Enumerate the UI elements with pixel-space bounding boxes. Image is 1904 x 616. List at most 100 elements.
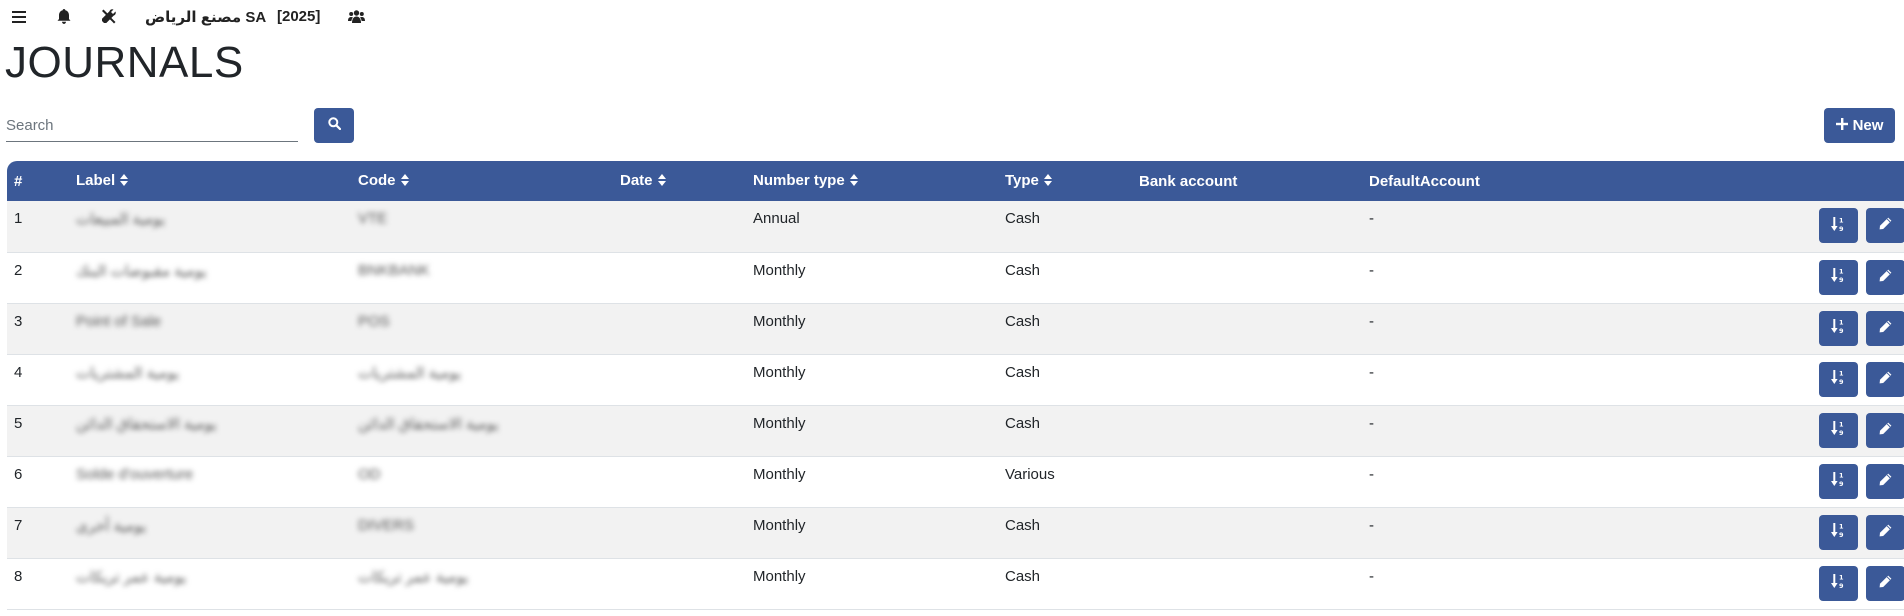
sort-order-button[interactable]: 19: [1818, 514, 1858, 550]
svg-text:9: 9: [1839, 276, 1844, 283]
cell-label: Solde d'ouverture: [76, 465, 194, 483]
svg-text:1: 1: [1839, 370, 1844, 378]
cell-num: 3: [14, 312, 23, 330]
row-actions: 19: [1612, 558, 1904, 609]
row-actions: 19: [1612, 405, 1904, 456]
cell-default-account: -: [1369, 516, 1374, 534]
edit-button[interactable]: [1865, 514, 1904, 550]
sort-icon[interactable]: [849, 173, 858, 190]
sort-icon[interactable]: [120, 173, 129, 190]
edit-button[interactable]: [1865, 361, 1904, 397]
sort-icon[interactable]: [1043, 173, 1052, 190]
edit-button[interactable]: [1865, 412, 1904, 448]
pencil-icon: [1879, 473, 1892, 490]
cell-type: Cash: [1005, 210, 1041, 227]
new-button[interactable]: New: [1824, 108, 1895, 143]
edit-button[interactable]: [1865, 565, 1904, 601]
fiscal-year[interactable]: [2025]: [277, 8, 320, 25]
table-row: 2 يومية مقبوضات البنك BNKBANK Monthly Ca…: [7, 252, 1904, 303]
pencil-icon: [1879, 269, 1892, 286]
cell-default-account: -: [1369, 261, 1374, 279]
cell-code: BNKBANK: [358, 261, 430, 279]
sort-icon[interactable]: [400, 173, 409, 190]
sort-order-button[interactable]: 19: [1818, 361, 1858, 397]
bell-icon[interactable]: [57, 9, 71, 24]
sort-icon[interactable]: [657, 173, 666, 190]
journals-table: # Label Code Date Number type Type Bank …: [7, 161, 1904, 610]
edit-button[interactable]: [1865, 208, 1904, 243]
sort-order-button[interactable]: 19: [1818, 463, 1858, 499]
sort-order-button[interactable]: 19: [1818, 565, 1858, 601]
cell-code: OD: [358, 465, 381, 483]
cell-num: 2: [14, 261, 23, 279]
cell-number-type: Monthly: [753, 465, 806, 483]
col-header-number-type[interactable]: Number type: [746, 161, 998, 201]
tools-icon[interactable]: [101, 9, 116, 24]
cell-type: Cash: [1005, 363, 1041, 381]
svg-text:9: 9: [1839, 327, 1844, 334]
cell-number-type: Monthly: [753, 567, 806, 585]
col-header-date[interactable]: Date: [613, 161, 746, 201]
svg-text:9: 9: [1839, 480, 1844, 487]
cell-label: يومية الاستحقاق الدائن: [76, 415, 217, 433]
cell-number-type: Annual: [753, 210, 800, 227]
menu-icon[interactable]: [12, 11, 26, 23]
svg-text:1: 1: [1839, 574, 1844, 582]
pencil-icon: [1879, 422, 1892, 439]
cell-number-type: Monthly: [753, 261, 806, 279]
sort-order-button[interactable]: 19: [1818, 310, 1858, 346]
sort-numeric-icon: 19: [1830, 369, 1846, 389]
cell-label: يومية مقبوضات البنك: [76, 262, 207, 280]
table-header-row: # Label Code Date Number type Type Bank …: [7, 161, 1904, 201]
cell-date: [613, 201, 746, 252]
search-button[interactable]: [314, 108, 354, 143]
cell-number-type: Monthly: [753, 414, 806, 432]
users-icon[interactable]: [348, 10, 365, 23]
row-actions: 19: [1612, 201, 1904, 252]
cell-code: POS: [358, 312, 390, 330]
svg-text:1: 1: [1839, 319, 1844, 327]
col-header-label[interactable]: Label: [69, 161, 351, 201]
sort-order-button[interactable]: 19: [1818, 259, 1858, 295]
table-row: 4 يومية المشتريات يومية المشتريات Monthl…: [7, 354, 1904, 405]
new-button-label: New: [1852, 117, 1884, 134]
pencil-icon: [1879, 217, 1892, 234]
sort-order-button[interactable]: 19: [1818, 412, 1858, 448]
cell-type: Various: [1005, 465, 1055, 483]
svg-text:9: 9: [1839, 225, 1844, 232]
company-name[interactable]: مصنع الرياض SA: [145, 8, 266, 26]
search-input[interactable]: [6, 110, 298, 142]
cell-bank-account: [1132, 303, 1362, 354]
edit-button[interactable]: [1865, 310, 1904, 346]
row-actions: 19: [1612, 456, 1904, 507]
table-row: 6 Solde d'ouverture OD Monthly Various -…: [7, 456, 1904, 507]
cell-num: 8: [14, 567, 23, 585]
cell-type: Cash: [1005, 567, 1041, 585]
cell-type: Cash: [1005, 261, 1041, 279]
cell-code: DIVERS: [358, 516, 414, 534]
pencil-icon: [1879, 371, 1892, 388]
sort-numeric-icon: 19: [1830, 216, 1846, 236]
cell-number-type: Monthly: [753, 363, 806, 381]
cell-default-account: -: [1369, 567, 1374, 585]
cell-label: يومية أخرى: [76, 517, 147, 535]
plus-icon: [1835, 117, 1848, 134]
cell-bank-account: [1132, 405, 1362, 456]
pencil-icon: [1879, 524, 1892, 541]
cell-label: يومية المبيعات: [76, 211, 166, 228]
col-header-type[interactable]: Type: [998, 161, 1132, 201]
cell-code: يومية الاستحقاق الدائن: [358, 415, 499, 433]
sort-order-button[interactable]: 19: [1818, 208, 1858, 243]
col-header-default-account: DefaultAccount: [1369, 172, 1480, 190]
sort-numeric-icon: 19: [1830, 318, 1846, 338]
cell-default-account: -: [1369, 465, 1374, 483]
col-header-code[interactable]: Code: [351, 161, 613, 201]
cell-number-type: Monthly: [753, 516, 806, 534]
cell-date: [613, 405, 746, 456]
cell-label: يومية المشتريات: [76, 364, 180, 382]
pencil-icon: [1879, 320, 1892, 337]
edit-button[interactable]: [1865, 463, 1904, 499]
page-title: JOURNALS: [5, 38, 244, 87]
edit-button[interactable]: [1865, 259, 1904, 295]
cell-date: [613, 252, 746, 303]
